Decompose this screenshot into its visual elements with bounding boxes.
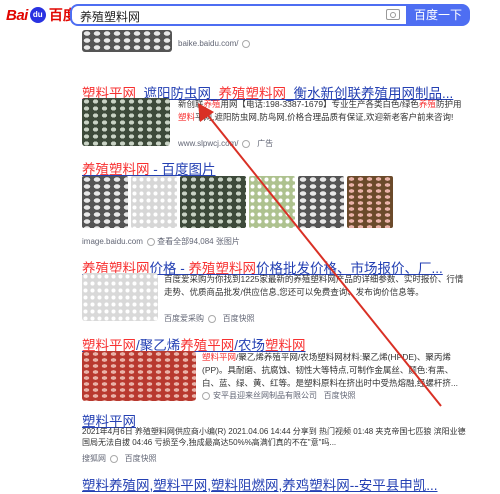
result-thumbnail[interactable]: [82, 30, 172, 52]
info-icon[interactable]: [242, 139, 251, 148]
source-name: 搜狐网: [82, 454, 106, 463]
snippet-part: /聚乙烯养殖平网/农场塑料网材料:聚乙烯(HPDE)、聚丙烯(PP)。具耐磨、抗…: [202, 352, 458, 388]
snippet-part: 新创联: [178, 99, 204, 109]
image-result[interactable]: [131, 176, 177, 228]
source-name: 百度爱采购: [164, 314, 204, 323]
result-source: 安平县迎来丝网制品有限公司 百度快照: [202, 390, 356, 401]
result-title-2[interactable]: 养殖塑料网 - 百度图片: [82, 158, 216, 178]
source-url: image.baidu.com: [82, 237, 143, 246]
snippet-part: 塑料平网: [202, 352, 237, 362]
title-part: - 百度图片: [149, 162, 216, 177]
ad-tag: 广告: [257, 139, 274, 148]
result-snippet: 2021年4月6日 养殖塑料网供应商小编(R) 2021.04.06 14:44…: [82, 427, 466, 447]
result-snippet: 塑料平网/聚乙烯养殖平网/农场塑料网材料:聚乙烯(HPDE)、聚丙烯(PP)。具…: [202, 351, 464, 390]
info-icon[interactable]: [146, 237, 155, 246]
result-thumbnail[interactable]: [82, 273, 158, 321]
snippet-part: 平网,遮阳防虫网,防鸟网,价格合理品质有保证,欢迎新老客户前来咨询!: [195, 112, 454, 122]
annotation-arrow: [198, 103, 442, 407]
result-source: 百度爱采购 百度快照: [164, 313, 255, 324]
image-result[interactable]: [180, 176, 246, 228]
logo-text-left: Bai: [6, 6, 28, 24]
result-source: baike.baidu.com/: [178, 39, 251, 48]
result-source: 搜狐网 百度快照: [82, 453, 157, 464]
snippet-part: 防护用: [435, 99, 462, 109]
search-input[interactable]: 养殖塑料网: [70, 4, 406, 26]
cache-link[interactable]: 百度快照: [125, 454, 157, 463]
image-result[interactable]: [347, 176, 393, 228]
baidu-logo[interactable]: Bai 百度: [6, 6, 77, 24]
cache-link[interactable]: 百度快照: [223, 314, 255, 323]
camera-icon[interactable]: [386, 9, 400, 20]
title-part: 养殖塑料网: [82, 162, 150, 177]
snippet-part: 塑料: [178, 112, 196, 122]
info-icon[interactable]: [242, 39, 251, 48]
result-source: www.slpwcj.com/ 广告: [178, 138, 273, 149]
info-icon[interactable]: [208, 314, 216, 323]
image-result[interactable]: [298, 176, 344, 228]
header-bar: Bai 百度 养殖塑料网 百度一下: [0, 0, 500, 30]
snippet-part: 养殖: [203, 99, 221, 109]
cache-link[interactable]: 百度快照: [324, 391, 356, 400]
source-url: baike.baidu.com/: [178, 39, 239, 48]
more-images-link[interactable]: 查看全部94,084 张图片: [157, 237, 240, 246]
snippet-part: 养殖: [418, 99, 436, 109]
result-title-6[interactable]: 塑料养殖网,塑料平网,塑料阻燃网,养鸡塑料网--安平县申凯...: [82, 474, 438, 494]
result-thumbnail[interactable]: [82, 98, 170, 146]
result-snippet: 百度爱采购为你找到1225家最新的养殖塑料网产品的详细参数、实时报价、行情走势、…: [164, 274, 464, 297]
result-thumbnail[interactable]: [82, 351, 196, 401]
paw-icon: [29, 7, 46, 23]
search-button[interactable]: 百度一下: [406, 4, 470, 26]
source-name: 安平县迎来丝网制品有限公司: [213, 391, 317, 400]
image-result[interactable]: [82, 176, 128, 228]
info-icon[interactable]: [202, 391, 210, 400]
search-query[interactable]: 养殖塑料网: [80, 8, 140, 25]
result-source: image.baidu.com 查看全部94,084 张图片: [82, 236, 240, 247]
image-result[interactable]: [249, 176, 295, 228]
info-icon[interactable]: [110, 454, 118, 463]
source-url: www.slpwcj.com/: [178, 139, 239, 148]
result-snippet: 新创联养殖用网【电话:198-3387-1679】专业生产各类白色/绿色养殖防护…: [178, 98, 466, 124]
snippet-part: 用网【电话:198-3387-1679】专业生产各类白色/绿色: [220, 99, 419, 109]
